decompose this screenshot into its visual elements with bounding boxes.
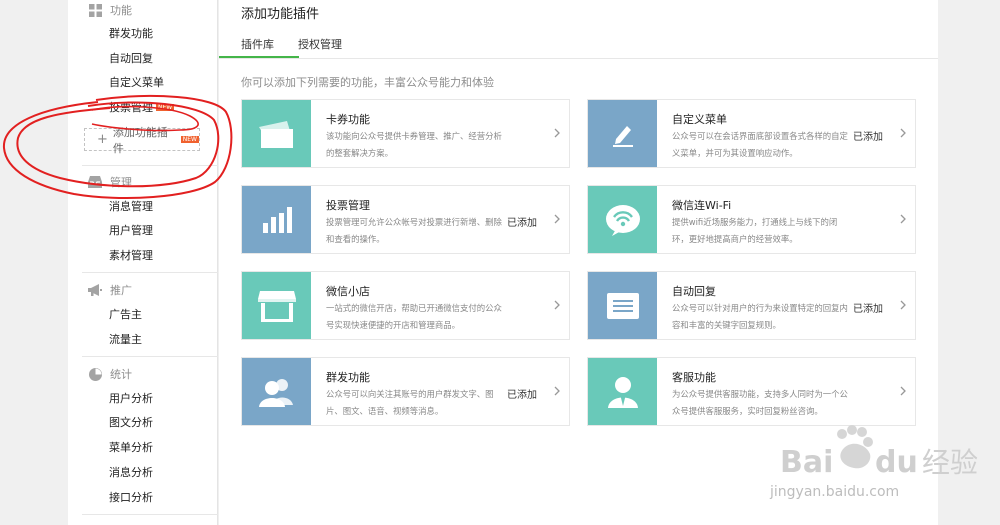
plugin-card-customer-service[interactable]: 客服功能 为公众号提供客服功能，支持多人同时为一个公众号提供客服服务，实时回复粉… [587,357,916,426]
sidebar-item-messages[interactable]: 消息管理 [109,199,153,215]
plugin-card-custom-menu[interactable]: 自定义菜单 公众号可以在会话界面底部设置各式各样的自定义菜单，并可为其设置响应动… [587,99,916,168]
card-title: 自动回复 [672,285,716,298]
page-title: 添加功能插件 [241,7,320,22]
plugin-card-wifi[interactable]: 微信连Wi-Fi 提供wifi近场服务能力，打通线上与线下的闭环，更好地提高商户… [587,185,916,254]
card-icon [242,100,311,167]
divider [82,272,218,273]
new-badge: NEW [156,104,175,111]
tab-bar: 插件库 授权管理 [219,30,938,59]
card-title: 微信连Wi-Fi [672,199,732,212]
divider [82,165,218,166]
grid-icon [88,3,102,17]
svg-text:Bai: Bai [780,445,833,480]
shop-icon [242,272,311,339]
pie-chart-icon [88,367,102,381]
svg-text:经验: 经验 [922,446,978,479]
new-badge: NEW [180,136,199,143]
divider [82,514,218,515]
card-added-status: 已添加 [507,390,537,401]
sidebar-item-advertiser[interactable]: 广告主 [109,307,142,323]
divider [82,356,218,357]
left-gutter [0,0,68,525]
card-description: 为公众号提供客服功能，支持多人同时为一个公众号提供客服服务，实时回复粉丝咨询。 [672,389,848,416]
sidebar-item-article-analysis[interactable]: 图文分析 [109,415,153,431]
card-added-status: 已添加 [507,218,537,229]
chevron-right-icon [554,214,560,224]
megaphone-icon [88,283,102,297]
card-description: 公众号可以针对用户的行为来设置特定的回复内容和丰富的关键字回复规则。 [672,303,848,330]
card-description: 一站式的微信开店，帮助已开通微信支付的公众号实现快速便捷的开店和管理商品。 [326,303,502,330]
card-title: 群发功能 [326,371,370,384]
plugin-card-coupon[interactable]: 卡券功能 该功能向公众号提供卡券管理、推广、经营分析的整套解决方案。 [241,99,570,168]
card-title: 卡券功能 [326,113,370,126]
add-plugin-label: 添加功能插件 [112,125,168,155]
sidebar-item-menu-analysis[interactable]: 菜单分析 [109,440,153,456]
tab-plugin-library[interactable]: 插件库 [241,36,274,52]
service-icon [588,358,657,425]
sidebar: 功能 群发功能 自动回复 自定义菜单 投票管理 NEW + 添加功能插件 NEW 管… [68,0,218,525]
card-added-status: 已添加 [853,304,883,315]
card-description: 公众号可以在会话界面底部设置各式各样的自定义菜单，并可为其设置响应动作。 [672,131,848,158]
active-tab-indicator [219,56,299,58]
group-header-promo: 推广 [68,280,218,300]
sidebar-item-traffic[interactable]: 流量主 [109,332,142,348]
sidebar-item-mass-send[interactable]: 群发功能 [109,26,153,42]
card-description: 该功能向公众号提供卡券管理、推广、经营分析的整套解决方案。 [326,131,502,158]
plugin-card-vote[interactable]: 投票管理 投票管理可允许公众帐号对投票进行新增、删除和查看的操作。 已添加 [241,185,570,254]
tab-authorization[interactable]: 授权管理 [298,36,342,52]
sidebar-item-vote[interactable]: 投票管理 NEW [109,100,175,116]
svg-text:du: du [875,445,918,480]
group-title-stats: 统计 [110,368,132,381]
watermark-url: jingyan.baidu.com [770,484,900,500]
card-description: 投票管理可允许公众帐号对投票进行新增、删除和查看的操作。 [326,217,502,244]
plugin-card-shop[interactable]: 微信小店 一站式的微信开店，帮助已开通微信支付的公众号实现快速便捷的开店和管理商… [241,271,570,340]
card-title: 投票管理 [326,199,370,212]
card-title: 客服功能 [672,371,716,384]
sidebar-item-materials[interactable]: 素材管理 [109,248,153,264]
chevron-right-icon [900,128,906,138]
chevron-right-icon [900,214,906,224]
sidebar-item-vote-label: 投票管理 [109,101,153,114]
group-header-manage: 管理 [68,172,218,192]
sidebar-item-custom-menu[interactable]: 自定义菜单 [109,75,164,91]
intro-text: 你可以添加下列需要的功能，丰富公众号能力和体验 [241,76,494,89]
group-title-feature: 功能 [110,4,132,17]
plugin-card-mass-send[interactable]: 群发功能 公众号可以向关注其账号的用户群发文字、图片、图文、语音、视频等消息。 … [241,357,570,426]
message-icon [588,272,657,339]
add-plugin-button[interactable]: + 添加功能插件 NEW [84,126,200,155]
sidebar-item-message-analysis[interactable]: 消息分析 [109,465,153,481]
card-description: 公众号可以向关注其账号的用户群发文字、图片、图文、语音、视频等消息。 [326,389,494,416]
chevron-right-icon [554,386,560,396]
chevron-right-icon [554,300,560,310]
chevron-right-icon [554,128,560,138]
card-description: 提供wifi近场服务能力，打通线上与线下的闭环，更好地提高商户的经营效率。 [672,217,838,244]
card-title: 自定义菜单 [672,113,727,126]
inbox-icon [88,175,102,189]
sidebar-item-api-analysis[interactable]: 接口分析 [109,490,153,506]
wifi-icon [588,186,657,253]
group-header-feature: 功能 [68,0,218,20]
edit-icon [588,100,657,167]
card-title: 微信小店 [326,285,370,298]
sidebar-item-auto-reply[interactable]: 自动回复 [109,51,153,67]
plugin-card-auto-reply[interactable]: 自动回复 公众号可以针对用户的行为来设置特定的回复内容和丰富的关键字回复规则。 … [587,271,916,340]
sidebar-item-user-analysis[interactable]: 用户分析 [109,391,153,407]
sidebar-item-users[interactable]: 用户管理 [109,223,153,239]
group-title-manage: 管理 [110,176,132,189]
card-added-status: 已添加 [853,132,883,143]
chevron-right-icon [900,300,906,310]
bar-chart-icon [242,186,311,253]
plus-icon: + [97,132,108,147]
group-header-stats: 统计 [68,364,218,384]
users-icon [242,358,311,425]
chevron-right-icon [900,386,906,396]
group-title-promo: 推广 [110,284,132,297]
baidu-watermark-logo: Bai du 经验 [780,425,978,480]
